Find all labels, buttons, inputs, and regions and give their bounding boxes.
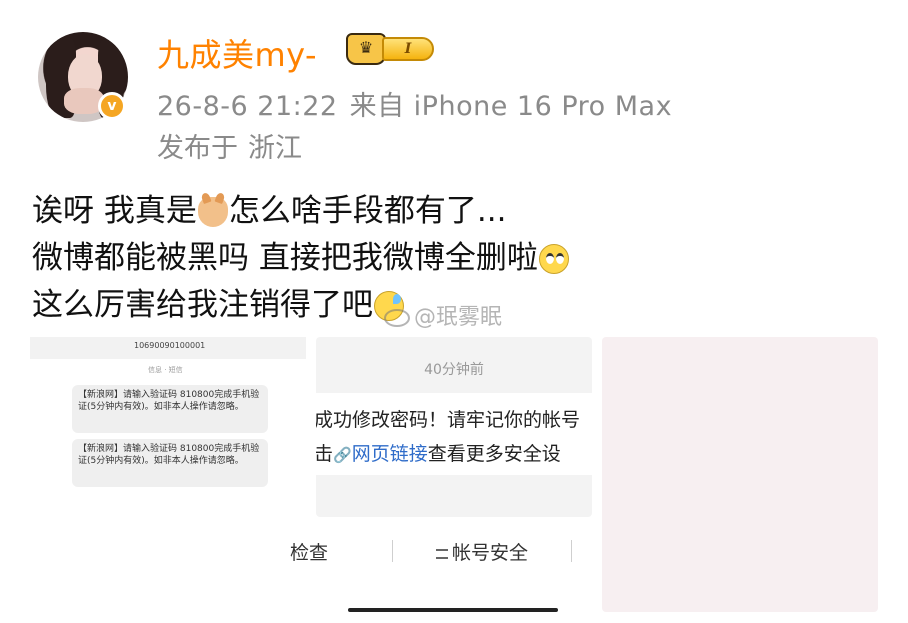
notice-link-suffix: 查看更多安全设	[427, 443, 561, 465]
account-security-label: 帐号安全	[452, 542, 529, 564]
vip-badge[interactable]: ♛ I	[346, 33, 436, 65]
notice-web-link[interactable]: 网页链接	[352, 443, 428, 465]
divider	[571, 540, 572, 562]
username[interactable]: 九成美my-	[157, 30, 317, 76]
watermark: @珉雾眠	[384, 299, 502, 331]
sms-bubble: 【新浪网】请输入验证码 810800完成手机验证(5分钟内有效)。如非本人操作请…	[72, 385, 268, 433]
notice-link-prefix: 击	[316, 443, 334, 465]
notice-card: 成功修改密码！请牢记你的帐号 击🔗网页链接查看更多安全设	[316, 393, 592, 475]
dog-emoji-icon	[197, 196, 228, 227]
divider	[392, 540, 393, 562]
post-image-blank[interactable]	[602, 337, 878, 612]
menu-icon	[436, 548, 448, 559]
post-location: 发布于 浙江	[157, 126, 302, 165]
link-icon: 🔗	[333, 446, 352, 464]
home-indicator	[348, 608, 558, 612]
notice-time: 40分钟前	[424, 362, 484, 378]
post-line-1-part-b: 怎么啥手段都有了...	[228, 193, 507, 229]
sms-sender: 10690090100001	[134, 341, 206, 350]
crown-icon: ♛	[346, 33, 386, 65]
post-line-2-text: 微博都能被黑吗 直接把我微博全删啦	[32, 240, 538, 276]
post-image-sms[interactable]: 10690090100001 信息 · 短信 【新浪网】请输入验证码 81080…	[30, 337, 306, 503]
post-line-2: 微博都能被黑吗 直接把我微博全删啦	[32, 235, 570, 282]
post-image-notice[interactable]: 40分钟前 成功修改密码！请牢记你的帐号 击🔗网页链接查看更多安全设	[316, 337, 592, 517]
eye-roll-emoji-icon	[538, 243, 569, 274]
post-line-1: 诶呀 我真是 怎么啥手段都有了...	[32, 188, 570, 235]
vip-level: I	[382, 37, 434, 61]
post-line-1-part-a: 诶呀 我真是	[32, 193, 197, 229]
post-line-3-text: 这么厉害给我注销得了吧	[32, 287, 373, 323]
location-prefix: 发布于	[157, 133, 238, 164]
location-name: 浙江	[248, 133, 302, 164]
notice-message: 成功修改密码！请牢记你的帐号	[316, 409, 581, 431]
verified-badge-icon: v	[98, 92, 126, 120]
sms-info: 信息 · 短信	[148, 366, 183, 374]
check-action[interactable]: 检查	[290, 538, 328, 565]
account-security-action[interactable]: 帐号安全	[436, 538, 528, 565]
weibo-logo-icon	[384, 309, 410, 327]
post-timestamp: 26-8-6 21:22	[157, 91, 338, 122]
post-meta: 26-8-6 21:22 来自 iPhone 16 Pro Max	[157, 84, 672, 123]
notice-action-bar: 检查 帐号安全	[290, 530, 608, 570]
notice-message-link-line: 击🔗网页链接查看更多安全设	[316, 439, 561, 466]
sms-bubble: 【新浪网】请输入验证码 810800完成手机验证(5分钟内有效)。如非本人操作请…	[72, 439, 268, 487]
watermark-text: @珉雾眠	[414, 305, 503, 330]
post-source: 来自 iPhone 16 Pro Max	[349, 91, 673, 122]
